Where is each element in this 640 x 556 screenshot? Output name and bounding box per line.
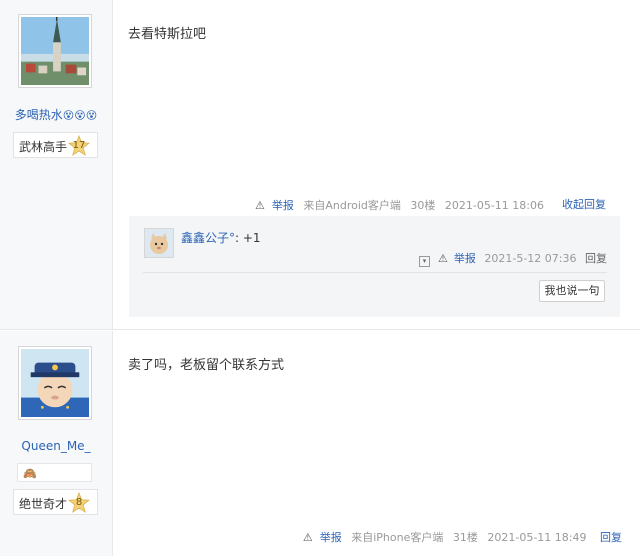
level-badge[interactable]: 武林高手 17 bbox=[13, 132, 98, 158]
avatar[interactable] bbox=[18, 14, 92, 88]
level-number: 17 bbox=[72, 140, 86, 151]
warning-icon: ⚠ bbox=[438, 252, 448, 265]
floor-number: 31楼 bbox=[452, 531, 478, 544]
username-text[interactable]: 多喝热水 bbox=[15, 108, 63, 122]
post-floor-31: Queen_Me_ 🙈 绝世奇才 8 卖了吗，老板留个联系方式 ⚠ 举报 来自iP… bbox=[0, 331, 640, 556]
post-tail: ⚠ 举报 来自Android客户端 30楼 2021-05-11 18:06 bbox=[243, 197, 544, 213]
honor-badge: 🙈 bbox=[17, 463, 92, 482]
reply-report-link[interactable]: ⚠ 举报 bbox=[433, 252, 476, 265]
reply-link[interactable]: 回复 bbox=[600, 531, 622, 544]
level-title: 武林高手 bbox=[19, 140, 68, 154]
level-star-icon: 17 bbox=[68, 135, 90, 157]
report-label[interactable]: 举报 bbox=[320, 531, 342, 544]
client-source: 来自iPhone客户端 bbox=[351, 531, 444, 544]
username-emoji: 😵😵😵 bbox=[62, 109, 98, 122]
username[interactable]: Queen_Me_ bbox=[0, 439, 112, 453]
username[interactable]: 多喝热水😵😵😵 bbox=[0, 106, 112, 123]
author-sidebar: 多喝热水😵😵😵 武林高手 17 bbox=[0, 0, 113, 329]
post-content: 去看特斯拉吧 bbox=[128, 27, 207, 42]
monkey-icon: 🙈 bbox=[23, 467, 37, 480]
cartoon-boy-avatar-image bbox=[21, 349, 89, 417]
warning-icon: ⚠ bbox=[254, 199, 265, 212]
warning-icon: ⚠ bbox=[302, 531, 313, 544]
post-tail: ⚠ 举报 来自iPhone客户端 31楼 2021-05-11 18:49 回复 bbox=[291, 529, 622, 545]
collapse-replies-link[interactable]: 收起回复 bbox=[562, 196, 606, 212]
reply-section: 鑫鑫公子°: +1 ▾ ⚠ 举报 2021-5-12 07:36 回复 我也说一句 bbox=[129, 216, 620, 317]
reply-tail: ▾ ⚠ 举报 2021-5-12 07:36 回复 bbox=[414, 250, 607, 267]
post-content: 卖了吗，老板留个联系方式 bbox=[128, 358, 285, 373]
divider bbox=[143, 272, 607, 273]
cartoon-cat-avatar-image bbox=[145, 229, 173, 257]
post-time: 2021-05-11 18:06 bbox=[444, 199, 544, 212]
city-tower-avatar-image bbox=[21, 17, 89, 85]
reply-avatar[interactable] bbox=[144, 228, 174, 258]
report-link[interactable]: ⚠ 举报 bbox=[249, 199, 294, 212]
client-source: 来自Android客户端 bbox=[303, 199, 401, 212]
report-link[interactable]: ⚠ 举报 bbox=[297, 531, 342, 544]
level-title: 绝世奇才 bbox=[19, 497, 68, 511]
dropdown-menu-icon[interactable]: ▾ bbox=[419, 256, 430, 267]
level-number: 8 bbox=[75, 497, 83, 508]
reply-username[interactable]: 鑫鑫公子° bbox=[181, 231, 235, 245]
reply-content: : +1 bbox=[235, 231, 261, 245]
author-sidebar: Queen_Me_ 🙈 绝世奇才 8 bbox=[0, 331, 113, 556]
reply-report-label[interactable]: 举报 bbox=[454, 252, 476, 265]
post-time: 2021-05-11 18:49 bbox=[487, 531, 587, 544]
level-badge[interactable]: 绝世奇才 8 bbox=[13, 489, 98, 515]
floor-number: 30楼 bbox=[410, 199, 436, 212]
reply-text: 鑫鑫公子°: +1 bbox=[181, 229, 261, 246]
avatar[interactable] bbox=[18, 346, 92, 420]
post-floor-30: 多喝热水😵😵😵 武林高手 17 去看特斯拉吧 ⚠ 举报 来自Android客户端 … bbox=[0, 0, 640, 330]
reply-time: 2021-5-12 07:36 bbox=[484, 252, 577, 265]
say-something-button[interactable]: 我也说一句 bbox=[539, 280, 605, 302]
level-star-icon: 8 bbox=[68, 492, 90, 514]
reply-link[interactable]: 回复 bbox=[585, 252, 607, 265]
report-label[interactable]: 举报 bbox=[272, 199, 294, 212]
